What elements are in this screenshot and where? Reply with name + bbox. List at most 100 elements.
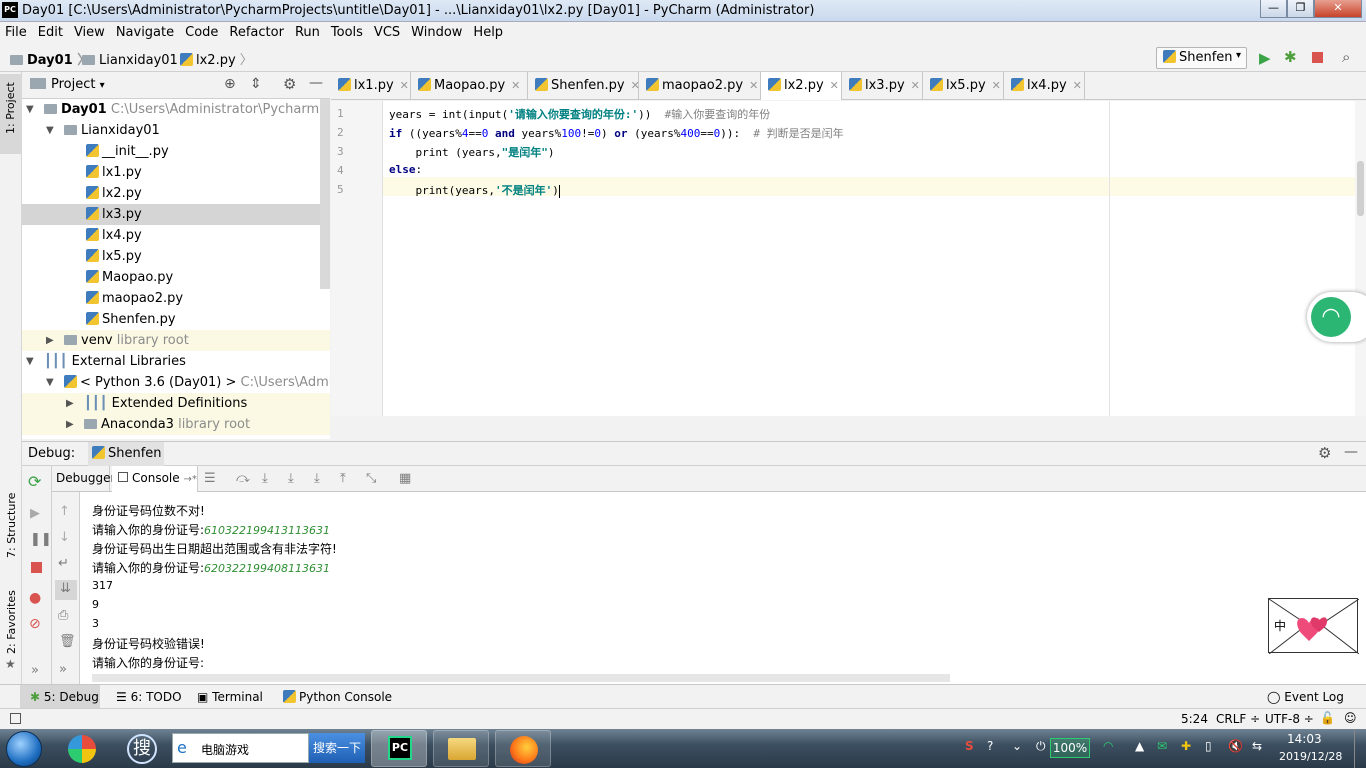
step-out-icon[interactable]: ⤒ bbox=[340, 471, 346, 486]
battery-indicator[interactable]: 100% bbox=[1050, 738, 1090, 758]
tab-lx3[interactable]: lx3.py ✕ bbox=[842, 72, 923, 100]
project-view-select[interactable]: Project ▾ bbox=[51, 77, 105, 92]
step-into-my-code-icon[interactable]: ⤓ bbox=[288, 471, 294, 486]
menu-lines-icon[interactable]: ☰ bbox=[204, 471, 216, 486]
inspector-icon[interactable]: ☺ bbox=[1344, 711, 1357, 725]
more-icon[interactable]: » bbox=[59, 662, 67, 677]
menu-edit[interactable]: Edit bbox=[33, 22, 69, 40]
editor-scrollbar[interactable] bbox=[1355, 101, 1366, 416]
caret-position[interactable]: 5:24 bbox=[1181, 712, 1208, 726]
help-icon[interactable]: ? bbox=[987, 739, 993, 753]
arrow-up-icon[interactable]: ↑ bbox=[59, 504, 70, 519]
tree-item-venv[interactable]: ▶ venv library root bbox=[22, 330, 330, 351]
run-icon[interactable]: ▶ bbox=[1259, 49, 1271, 67]
tree-item-lianxiday01[interactable]: ▼ Lianxiday01 bbox=[22, 120, 330, 141]
breadcrumb-file[interactable]: lx2.py 〉 bbox=[180, 49, 253, 68]
tree-item-python-sdk[interactable]: ▼ < Python 3.6 (Day01) > C:\Users\Adminis… bbox=[22, 372, 330, 393]
clock-date[interactable]: 2019/12/28 bbox=[1279, 750, 1342, 763]
menu-tools[interactable]: Tools bbox=[326, 22, 369, 40]
tab-debugger[interactable]: Debugger bbox=[52, 466, 115, 491]
scroll-to-end-button[interactable]: ⇊ bbox=[55, 580, 77, 600]
soft-wrap-icon[interactable]: ↵ bbox=[58, 556, 69, 571]
toggle-tool-windows-icon[interactable] bbox=[10, 713, 21, 724]
debug-bug-icon[interactable]: ✱ bbox=[1284, 48, 1297, 66]
force-step-into-icon[interactable]: ⤓ bbox=[314, 471, 320, 486]
stop-icon[interactable] bbox=[1312, 52, 1323, 63]
menu-view[interactable]: View bbox=[69, 22, 111, 40]
close-tab-icon[interactable]: ✕ bbox=[511, 79, 520, 92]
floating-wifi-widget[interactable]: ◠ bbox=[1307, 292, 1366, 342]
tree-item-day01[interactable]: ▼ Day01 C:\Users\Administrator\PycharmPro… bbox=[22, 99, 330, 120]
tray-caret-icon[interactable]: ⌄ bbox=[1012, 739, 1022, 753]
tool-terminal[interactable]: ▣ Terminal bbox=[197, 690, 263, 704]
lock-icon[interactable]: 🔓 bbox=[1320, 711, 1335, 725]
tree-scrollbar[interactable] bbox=[320, 99, 330, 289]
pinwheel-app-icon[interactable] bbox=[68, 735, 96, 763]
tree-item-external-libraries[interactable]: ▼ ┃┃┃ External Libraries bbox=[22, 351, 330, 372]
windows-start-icon[interactable] bbox=[6, 731, 42, 767]
close-tab-icon[interactable]: ✕ bbox=[911, 79, 920, 92]
tool-debug[interactable]: ✱ 5: Debug bbox=[30, 690, 99, 704]
close-tab-icon[interactable]: ✕ bbox=[1073, 79, 1082, 92]
tool-python-console[interactable]: Python Console bbox=[283, 690, 392, 704]
plus-icon[interactable]: ✚ bbox=[1181, 739, 1191, 753]
pause-icon[interactable]: ❚❚ bbox=[30, 532, 52, 547]
run-to-cursor-icon[interactable]: ⤡ bbox=[366, 471, 376, 486]
tree-item-file[interactable]: maopao2.py bbox=[22, 288, 330, 309]
tree-item-file[interactable]: lx5.py bbox=[22, 246, 330, 267]
resume-icon[interactable]: ▶ bbox=[30, 506, 40, 521]
arrow-down-icon[interactable]: ↓ bbox=[59, 530, 70, 545]
tree-item-file[interactable]: lx4.py bbox=[22, 225, 330, 246]
tab-console[interactable]: Console →* bbox=[112, 466, 198, 492]
line-separator-select[interactable]: CRLF ÷ bbox=[1216, 712, 1260, 726]
tab-shenfen[interactable]: Shenfen.py ✕ bbox=[528, 72, 640, 100]
tab-maopao2[interactable]: maopao2.py ✕ bbox=[639, 72, 761, 100]
tool-todo[interactable]: ☰ 6: TODO bbox=[116, 690, 182, 704]
taskbar-search-input[interactable]: e 电脑游戏 bbox=[172, 733, 309, 763]
wifi-icon[interactable]: ◠ bbox=[1103, 739, 1113, 753]
clock-time[interactable]: 14:03 bbox=[1287, 732, 1322, 746]
run-configuration-select[interactable]: Shenfen ▾ bbox=[1156, 47, 1247, 69]
locate-target-icon[interactable]: ⊕ bbox=[224, 76, 236, 92]
network-icon[interactable]: ⇆ bbox=[1252, 739, 1262, 753]
minimize-button[interactable]: — bbox=[1260, 0, 1287, 18]
tree-item-file-selected[interactable]: lx3.py bbox=[22, 204, 330, 225]
search-icon[interactable]: ⌕ bbox=[1342, 48, 1350, 66]
tree-item-file[interactable]: lx2.py bbox=[22, 183, 330, 204]
menu-file[interactable]: File bbox=[0, 22, 33, 40]
tree-item-file[interactable]: Maopao.py bbox=[22, 267, 330, 288]
breadcrumb-folder[interactable]: Lianxiday01 〉 bbox=[82, 49, 195, 68]
sogou-ime-icon[interactable]: S bbox=[965, 739, 974, 753]
tab-lx5[interactable]: lx5.py ✕ bbox=[923, 72, 1004, 100]
mute-breakpoints-icon[interactable]: ⊘ bbox=[29, 616, 41, 632]
encoding-select[interactable]: UTF-8 ÷ bbox=[1265, 712, 1314, 726]
gear-icon[interactable]: ⚙ bbox=[1318, 444, 1331, 462]
scrollbar-thumb[interactable] bbox=[1357, 161, 1364, 216]
close-tab-icon[interactable]: ✕ bbox=[749, 79, 758, 92]
debug-session-tab[interactable]: Shenfen bbox=[88, 442, 164, 466]
close-button[interactable]: ✕ bbox=[1314, 0, 1362, 18]
tab-lx4[interactable]: lx4.py ✕ bbox=[1004, 72, 1085, 100]
menu-vcs[interactable]: VCS bbox=[369, 22, 406, 40]
console-output[interactable]: 身份证号码位数不对! 请输入你的身份证号:610322199413113631 … bbox=[80, 492, 1366, 684]
wechat-icon[interactable]: ✉ bbox=[1157, 739, 1167, 753]
close-tab-icon[interactable]: ✕ bbox=[992, 79, 1001, 92]
hide-panel-icon[interactable]: — bbox=[1344, 444, 1358, 460]
tree-item-anaconda3[interactable]: ▶ Anaconda3 library root bbox=[22, 414, 330, 435]
menu-code[interactable]: Code bbox=[180, 22, 224, 40]
menu-help[interactable]: Help bbox=[468, 22, 509, 40]
tab-maopao[interactable]: Maopao.py ✕ bbox=[411, 72, 528, 100]
step-over-icon[interactable]: ⤼ bbox=[236, 471, 250, 486]
show-desktop-button[interactable] bbox=[1354, 729, 1366, 768]
show-hidden-icons[interactable]: ▲ bbox=[1135, 739, 1144, 753]
tool-event-log[interactable]: ◯ Event Log bbox=[1267, 690, 1344, 704]
collapse-all-icon[interactable]: ⇕ bbox=[250, 76, 262, 92]
tab-lx2-active[interactable]: lx2.py ✕ bbox=[761, 72, 842, 100]
evaluate-expression-icon[interactable]: ▦ bbox=[399, 471, 411, 486]
tree-item-file[interactable]: __init__.py bbox=[22, 141, 330, 162]
tree-item-extended-definitions[interactable]: ▶ ┃┃┃ Extended Definitions bbox=[22, 393, 330, 414]
menu-navigate[interactable]: Navigate bbox=[111, 22, 180, 40]
horizontal-scrollbar[interactable] bbox=[92, 674, 950, 682]
trash-icon[interactable]: 🗑 bbox=[59, 634, 76, 649]
close-tab-icon[interactable]: ✕ bbox=[400, 79, 409, 92]
